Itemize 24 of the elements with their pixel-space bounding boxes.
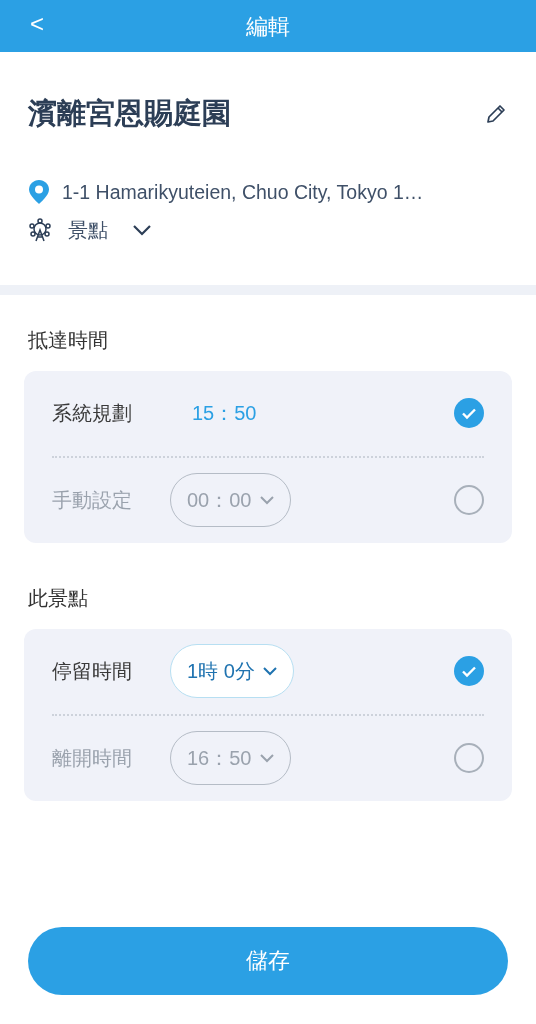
address-text: 1-1 Hamarikyuteien, Chuo City, Tokyo 1… xyxy=(62,179,424,205)
page-title: 編輯 xyxy=(246,12,290,41)
section-title: 此景點 xyxy=(27,585,89,611)
option-label: 系統規劃 xyxy=(52,401,133,427)
save-button[interactable]: 儲存 xyxy=(28,926,508,995)
category-dropdown[interactable]: 景點 xyxy=(68,214,152,245)
radio-button[interactable] xyxy=(454,656,484,687)
chevron-down-icon xyxy=(259,753,274,763)
back-button[interactable]: < xyxy=(24,6,50,42)
place-name: 濱離宮恩賜庭園 xyxy=(28,96,231,131)
chevron-down-icon xyxy=(132,223,152,236)
radio-button[interactable] xyxy=(454,485,484,516)
section-title: 抵達時間 xyxy=(27,327,109,353)
location-pin-icon xyxy=(28,179,50,206)
option-label: 離開時間 xyxy=(52,746,133,772)
chevron-down-icon xyxy=(262,666,277,676)
radio-button[interactable] xyxy=(454,398,484,429)
time-value: 15：50 xyxy=(192,401,257,427)
chevron-down-icon xyxy=(259,495,274,505)
radio-button[interactable] xyxy=(454,743,484,774)
option-label: 手動設定 xyxy=(52,488,133,514)
option-label: 停留時間 xyxy=(52,659,133,685)
time-dropdown[interactable]: 1時 0分 xyxy=(170,644,294,699)
ferris-wheel-icon xyxy=(28,217,52,242)
